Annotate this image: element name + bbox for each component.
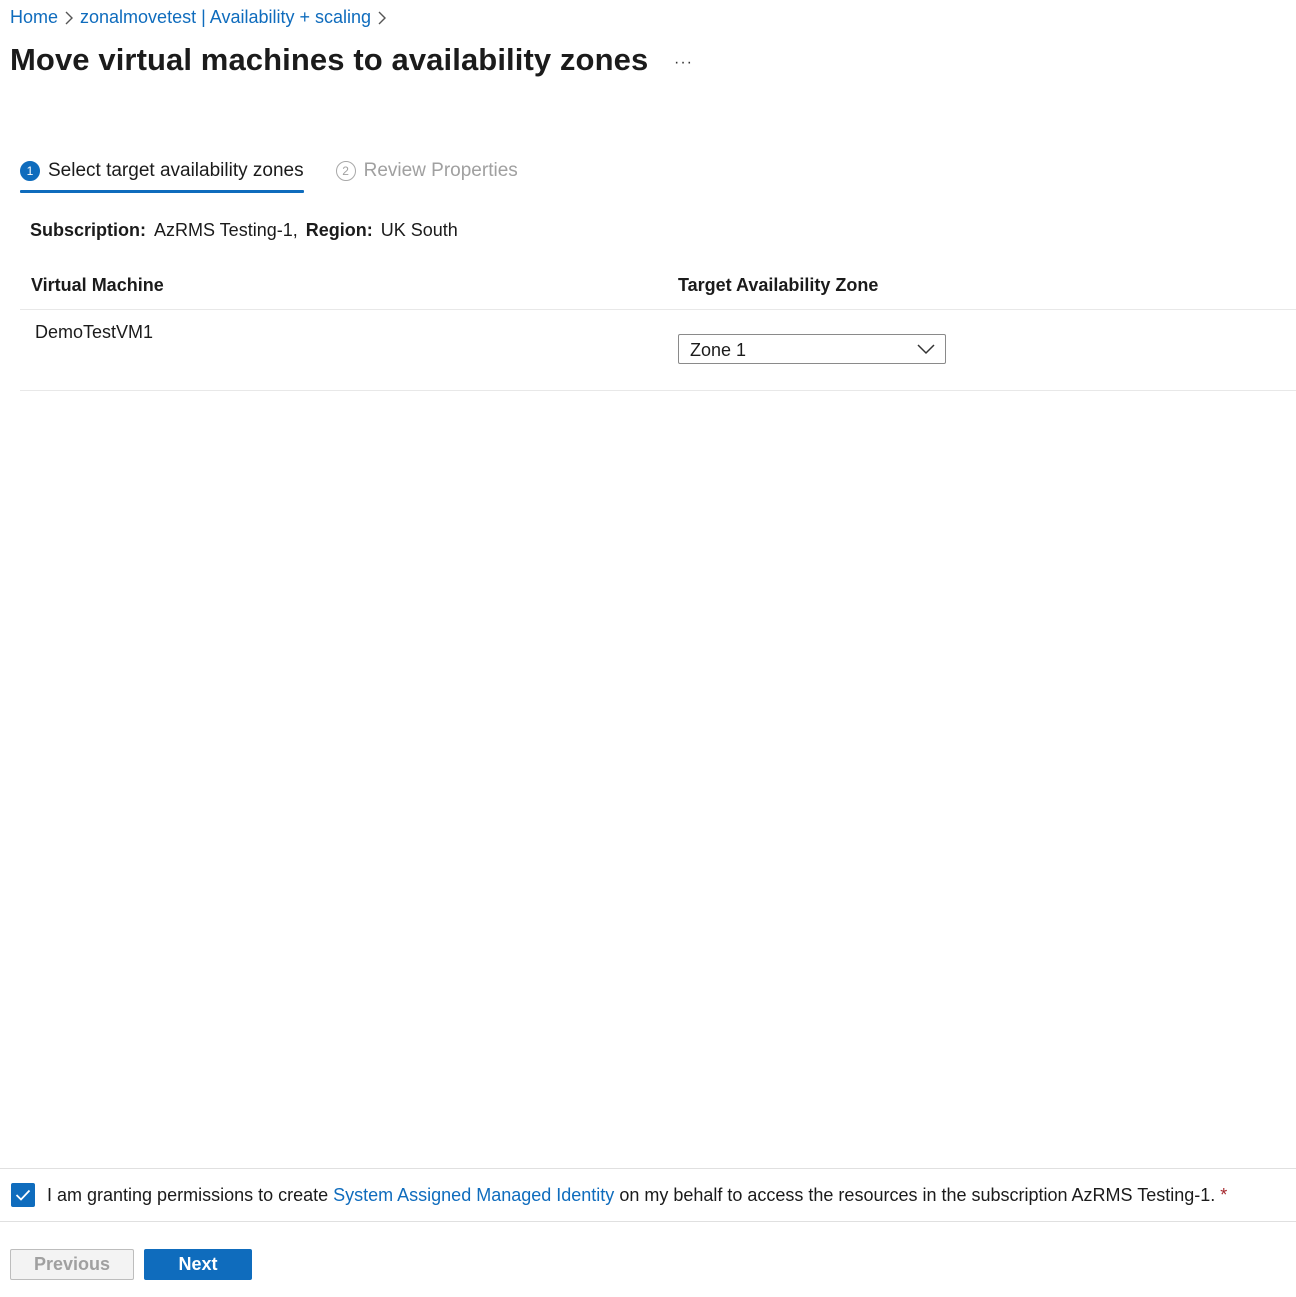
step-label: Select target availability zones <box>48 160 304 181</box>
subscription-region-info: Subscription: AzRMS Testing-1, Region: UK S… <box>30 220 458 241</box>
step-number-badge: 1 <box>20 161 40 181</box>
chevron-right-icon <box>371 11 393 25</box>
column-header-target-zone: Target Availability Zone <box>678 275 879 295</box>
wizard-steps: 1 Select target availability zones 2 Rev… <box>20 156 518 193</box>
subscription-label: Subscription: <box>30 220 146 240</box>
previous-button[interactable]: Previous <box>10 1249 134 1280</box>
step-label: Review Properties <box>363 160 518 181</box>
chevron-right-icon <box>58 11 80 25</box>
column-header-virtual-machine: Virtual Machine <box>31 275 164 295</box>
footer-divider <box>0 1221 1296 1222</box>
breadcrumb-resource-link[interactable]: zonalmovetest | Availability + scaling <box>80 7 371 28</box>
step-number-badge: 2 <box>335 161 356 181</box>
more-options-icon[interactable]: ··· <box>674 54 693 72</box>
managed-identity-link[interactable]: System Assigned Managed Identity <box>333 1185 614 1205</box>
chevron-down-icon <box>917 344 935 355</box>
table-row: DemoTestVM1 Zone 1 <box>20 310 1296 391</box>
subscription-value: AzRMS Testing-1, <box>154 220 298 240</box>
target-zone-dropdown[interactable]: Zone 1 <box>678 334 946 364</box>
active-step-indicator <box>20 190 304 193</box>
region-label: Region: <box>305 220 373 240</box>
breadcrumb: Home zonalmovetest | Availability + scal… <box>10 7 393 28</box>
page: Home zonalmovetest | Availability + scal… <box>0 0 1296 1297</box>
breadcrumb-home-link[interactable]: Home <box>10 7 58 28</box>
tab-select-target-zones[interactable]: 1 Select target availability zones <box>20 156 304 193</box>
table-header: Virtual Machine Target Availability Zone <box>20 262 1296 310</box>
checkmark-icon <box>15 1189 31 1201</box>
next-button[interactable]: Next <box>144 1249 252 1280</box>
required-marker: * <box>1220 1184 1228 1205</box>
consent-text: I am granting permissions to create Syst… <box>47 1184 1216 1205</box>
consent-checkbox[interactable] <box>11 1183 35 1207</box>
page-title: Move virtual machines to availability zo… <box>10 42 649 77</box>
tab-review-properties[interactable]: 2 Review Properties <box>335 156 518 186</box>
footer-divider <box>0 1168 1296 1169</box>
vm-name-cell: DemoTestVM1 <box>35 322 154 342</box>
region-value: UK South <box>380 220 458 240</box>
consent-row: I am granting permissions to create Syst… <box>11 1183 1227 1207</box>
dropdown-selected-value: Zone 1 <box>690 340 747 360</box>
